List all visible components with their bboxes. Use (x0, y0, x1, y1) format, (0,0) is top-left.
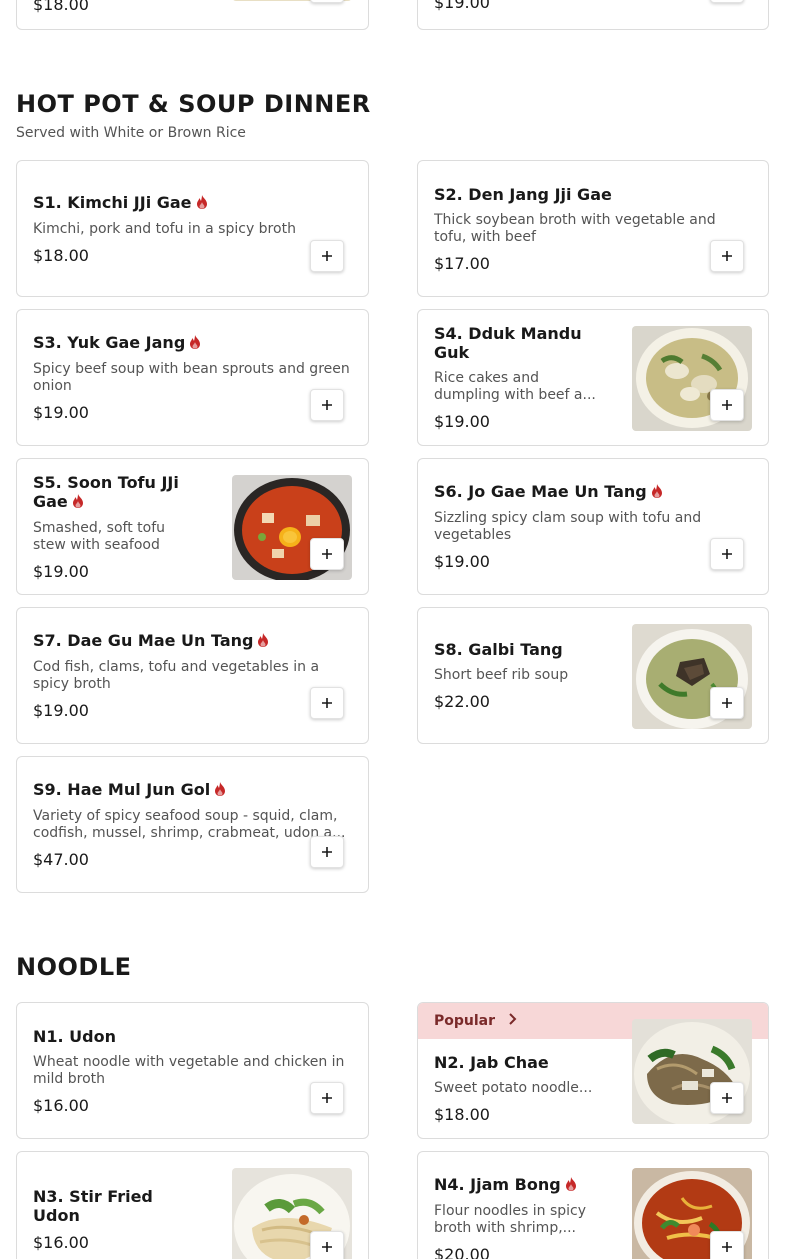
item-description: Wheat noodle with vegetable and chicken … (33, 1053, 345, 1087)
plus-icon (721, 247, 733, 266)
item-description: Smashed, soft tofu stew with seafood (33, 519, 166, 553)
item-description: Rice cakes and dumpling with beef a... (434, 370, 596, 403)
plus-icon (321, 396, 333, 415)
plus-icon (321, 1089, 333, 1108)
plus-icon (721, 396, 733, 415)
menu-item-card[interactable]: N3. Stir Fried Udon $16.00 (16, 1151, 369, 1259)
menu-item-card[interactable]: S2. Den Jang Jji Gae Thick soybean broth … (417, 160, 769, 297)
item-description: Spicy beef soup with bean sprouts and gr… (33, 361, 350, 394)
add-to-cart-button[interactable] (710, 538, 744, 570)
add-to-cart-button[interactable] (710, 1231, 744, 1259)
section-title: HOT POT & SOUP DINNER (16, 90, 371, 118)
item-name: S8. Galbi Tang (434, 640, 563, 659)
item-name: S4. Dduk Mandu Guk (434, 324, 582, 362)
flame-icon (565, 1176, 577, 1195)
item-price: $17.00 (434, 253, 490, 273)
flame-icon (651, 483, 663, 502)
menu-item-card[interactable]: $19.00 (417, 0, 769, 30)
menu-item-card[interactable]: S3. Yuk Gae Jang Spicy beef soup with bea… (16, 309, 369, 446)
item-description: Short beef rib soup (434, 667, 569, 683)
menu-item-card[interactable]: S4. Dduk Mandu Guk Rice cakes and dumplin… (417, 309, 769, 446)
menu-item-card[interactable]: N1. Udon Wheat noodle with vegetable and … (16, 1002, 369, 1139)
item-price: $20.00 (434, 1245, 490, 1259)
menu-item-card[interactable]: S6. Jo Gae Mae Un Tang Sizzling spicy cla… (417, 458, 769, 595)
chevron-right-icon (507, 1013, 517, 1029)
item-price: $18.00 (33, 0, 89, 14)
item-price: $19.00 (33, 403, 89, 422)
add-to-cart-button[interactable] (310, 389, 344, 421)
plus-icon (721, 545, 733, 564)
menu-item-card[interactable]: S9. Hae Mul Jun Gol Variety of spicy seaf… (16, 756, 369, 893)
plus-icon (321, 1238, 333, 1257)
item-name: S5. Soon Tofu JJi Gae (33, 472, 179, 512)
section-title: NOODLE (16, 953, 132, 981)
item-price: $18.00 (33, 245, 89, 265)
flame-icon (189, 334, 201, 353)
item-name: S7. Dae Gu Mae Un Tang (33, 631, 352, 651)
item-name: N1. Udon (33, 1026, 116, 1046)
item-price: $19.00 (33, 561, 89, 581)
menu-item-card[interactable]: S8. Galbi Tang Short beef rib soup $22.00 (417, 607, 769, 744)
menu-item-card[interactable]: $18.00 (16, 0, 369, 30)
plus-icon (321, 247, 333, 266)
add-to-cart-button[interactable] (310, 0, 344, 3)
add-to-cart-button[interactable] (310, 1082, 344, 1114)
item-description: Sweet potato noodle... (434, 1080, 593, 1096)
item-price: $19.00 (434, 0, 490, 12)
flame-icon (257, 632, 269, 651)
item-name: N2. Jab Chae (434, 1053, 549, 1072)
item-price: $19.00 (434, 412, 490, 431)
add-to-cart-button[interactable] (310, 1231, 344, 1259)
add-to-cart-button[interactable] (310, 538, 344, 570)
item-price: $16.00 (33, 1233, 89, 1252)
item-price: $19.00 (434, 552, 490, 571)
item-price: $18.00 (434, 1105, 490, 1124)
item-description: Cod fish, clams, tofu and vegetables in … (33, 659, 320, 692)
menu-item-card[interactable]: S7. Dae Gu Mae Un Tang Cod fish, clams, t… (16, 607, 369, 744)
menu-item-card[interactable]: Popular N2. Jab Chae Sweet potato noodle..… (417, 1002, 769, 1139)
item-description: Flour noodles in spicy broth with shrimp… (434, 1203, 586, 1236)
add-to-cart-button[interactable] (710, 240, 744, 272)
flame-icon (72, 493, 84, 512)
add-to-cart-button[interactable] (710, 389, 744, 421)
add-to-cart-button[interactable] (710, 1082, 744, 1114)
item-name: S3. Yuk Gae Jang (33, 333, 352, 353)
item-name: S2. Den Jang Jji Gae (434, 184, 612, 204)
item-name: S1. Kimchi JJi Gae (33, 193, 352, 213)
plus-icon (721, 1089, 733, 1108)
item-price: $22.00 (434, 692, 490, 711)
add-to-cart-button[interactable] (310, 836, 344, 868)
add-to-cart-button[interactable] (710, 687, 744, 719)
item-description: Kimchi, pork and tofu in a spicy broth (33, 220, 296, 237)
item-name: N3. Stir Fried Udon (33, 1187, 153, 1225)
add-to-cart-button[interactable] (310, 687, 344, 719)
section-subtitle: Served with White or Brown Rice (16, 125, 246, 141)
popular-label: Popular (434, 1013, 496, 1029)
plus-icon (321, 545, 333, 564)
add-to-cart-button[interactable] (710, 0, 744, 3)
item-description: Sizzling spicy clam soup with tofu and v… (434, 510, 702, 543)
plus-icon (321, 694, 333, 713)
item-name: N4. Jjam Bong (434, 1175, 600, 1195)
menu-item-card[interactable]: S1. Kimchi JJi Gae Kimchi, pork and tofu … (16, 160, 369, 297)
item-description: Variety of spicy seafood soup - squid, c… (33, 808, 346, 841)
menu-item-card[interactable]: S5. Soon Tofu JJi Gae Smashed, soft tofu … (16, 458, 369, 595)
item-price: $19.00 (33, 701, 89, 720)
item-description: Thick soybean broth with vegetable and t… (434, 211, 716, 245)
add-to-cart-button[interactable] (310, 240, 344, 272)
item-price: $16.00 (33, 1095, 89, 1115)
menu-item-card[interactable]: N4. Jjam Bong Flour noodles in spicy brot… (417, 1151, 769, 1259)
plus-icon (721, 694, 733, 713)
item-name: S6. Jo Gae Mae Un Tang (434, 482, 752, 502)
item-name: S9. Hae Mul Jun Gol (33, 780, 352, 800)
plus-icon (721, 1238, 733, 1257)
flame-icon (196, 194, 208, 213)
flame-icon (214, 781, 226, 800)
item-price: $47.00 (33, 850, 89, 869)
plus-icon (321, 843, 333, 862)
